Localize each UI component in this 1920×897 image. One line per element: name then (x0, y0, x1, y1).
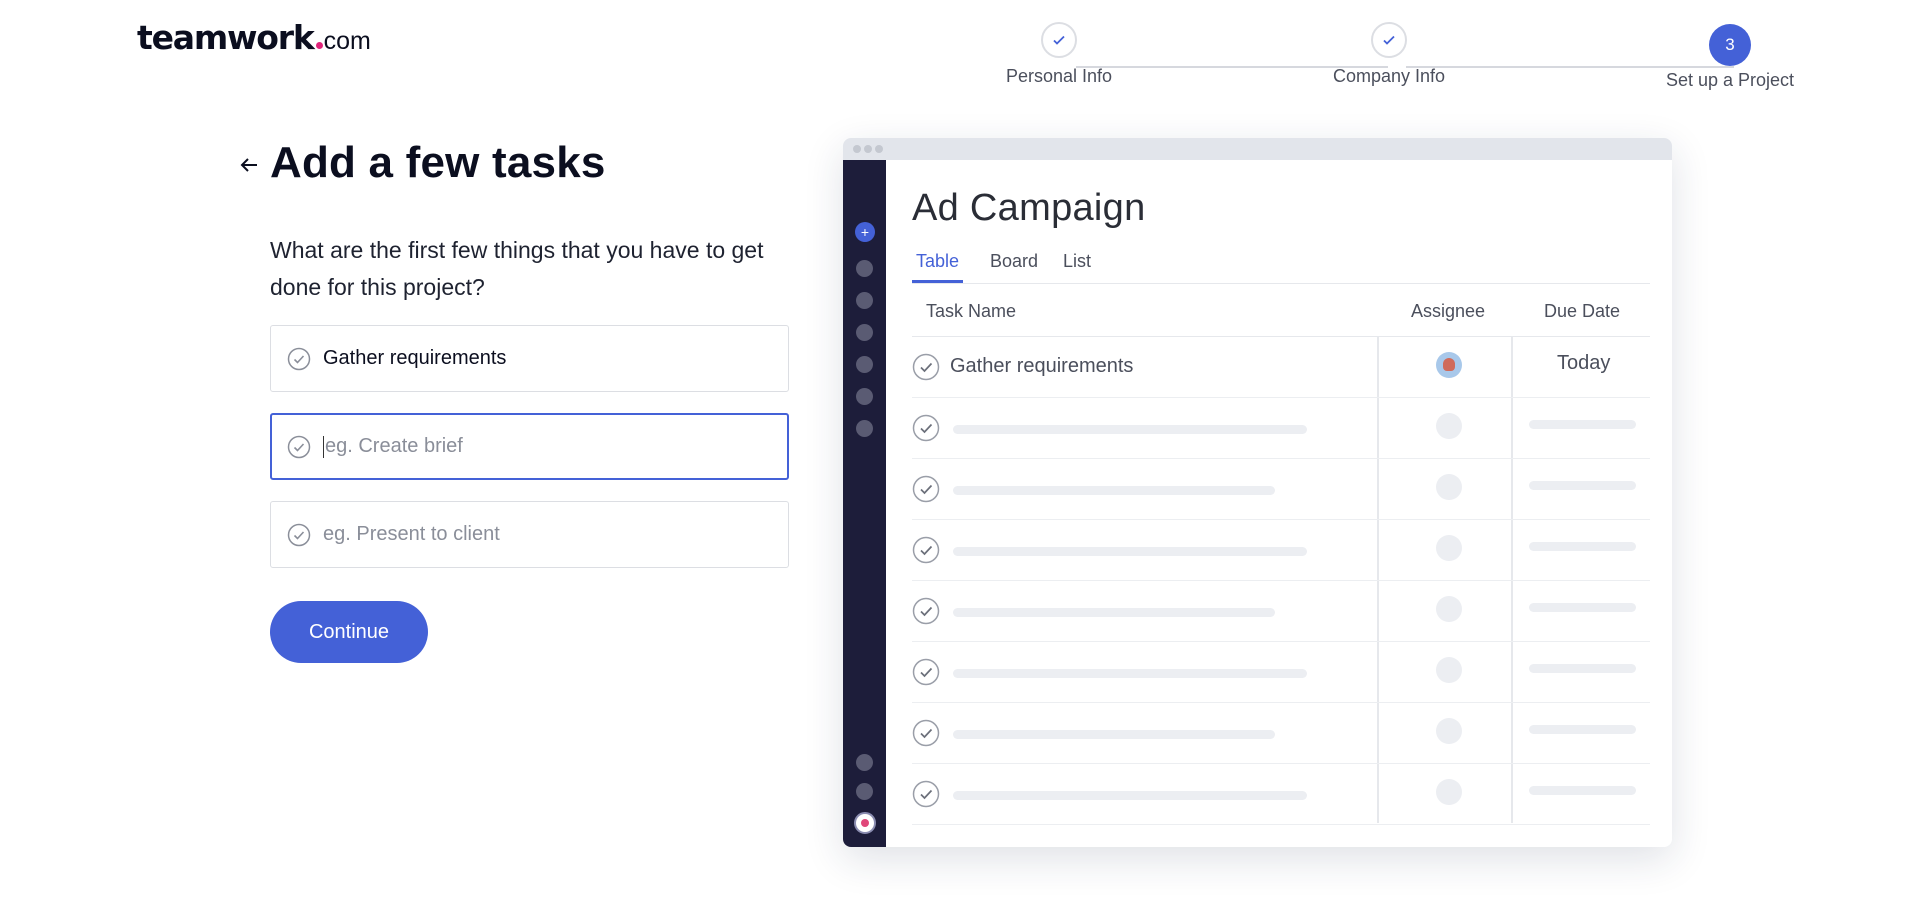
sidebar-dot (856, 388, 873, 405)
table-row (912, 398, 1650, 459)
sidebar-dot (856, 754, 873, 771)
table-row (912, 459, 1650, 520)
project-preview: + Ad Campaign Table Board List Task Name… (843, 138, 1672, 847)
sidebar-dot (856, 783, 873, 800)
add-icon: + (855, 222, 875, 242)
tab-table: Table (912, 250, 964, 283)
page-title: Add a few tasks (270, 138, 606, 187)
due-date-placeholder (1529, 725, 1636, 734)
sidebar-dot (856, 356, 873, 373)
row-check-icon (912, 658, 940, 686)
due-date-placeholder (1529, 603, 1636, 612)
task-input-2[interactable]: eg. Create brief (270, 413, 789, 480)
due-date-placeholder (1529, 786, 1636, 795)
task-check-icon (287, 523, 311, 546)
assignee-placeholder (1436, 474, 1462, 500)
assignee-placeholder (1436, 779, 1462, 805)
task-check-icon (287, 347, 311, 370)
task-name-placeholder (953, 486, 1275, 495)
stepper-line-2 (1406, 66, 1734, 68)
rocket-icon (854, 812, 876, 834)
task-name-placeholder (953, 547, 1307, 556)
table-row (912, 703, 1650, 764)
assignee-placeholder (1436, 718, 1462, 744)
tab-board: Board (990, 251, 1039, 271)
assignee-placeholder (1436, 535, 1462, 561)
assignee-placeholder (1436, 596, 1462, 622)
row-check-icon (912, 719, 940, 747)
assignee-placeholder (1436, 657, 1462, 683)
task-name-placeholder (953, 791, 1307, 800)
window-dot (864, 145, 872, 153)
sidebar-dot (856, 420, 873, 437)
step-3-number: 3 (1725, 35, 1735, 54)
step-2-check-icon (1371, 22, 1407, 58)
column-due-date: Due Date (1544, 301, 1621, 321)
task-check-icon (287, 435, 311, 458)
row-check-icon (912, 536, 940, 564)
due-date-placeholder (1529, 481, 1636, 490)
task-input-1-value: Gather requirements (323, 347, 507, 369)
step-1-check-icon (1041, 22, 1077, 58)
row-check-icon (912, 353, 940, 381)
due-date-placeholder (1529, 664, 1636, 673)
task-name-placeholder (953, 730, 1275, 739)
table-row (912, 764, 1650, 825)
task-input-3-placeholder: eg. Present to client (323, 523, 500, 545)
due-date-placeholder (1529, 542, 1636, 551)
window-dot (853, 145, 861, 153)
continue-button[interactable]: Continue (270, 601, 428, 663)
row-check-icon (912, 475, 940, 503)
step-3-indicator: 3 (1709, 24, 1751, 66)
step-1-label: Personal Info (1005, 66, 1113, 86)
table-row: Gather requirements Today (912, 337, 1650, 398)
window-dot (875, 145, 883, 153)
table-row (912, 581, 1650, 642)
task-name-placeholder (953, 425, 1307, 434)
task-name-placeholder (953, 669, 1307, 678)
preview-project-title: Ad Campaign (912, 187, 1146, 229)
sidebar-dot (856, 292, 873, 309)
text-caret (323, 435, 324, 458)
step-3-label: Set up a Project (1665, 70, 1795, 90)
preview-sidebar: + (843, 160, 886, 847)
preview-tabs: Table Board List (912, 250, 1650, 284)
table-row (912, 520, 1650, 581)
task-name-placeholder (953, 608, 1275, 617)
assignee-avatar (1436, 352, 1462, 378)
question-text: What are the first few things that you h… (270, 237, 764, 300)
task-input-2-placeholder: eg. Create brief (325, 435, 463, 457)
task-input-1[interactable]: Gather requirements (270, 325, 789, 392)
preview-table-header: Task Name Assignee Due Date (912, 284, 1650, 337)
tab-list: List (1063, 251, 1092, 271)
sidebar-dot (856, 324, 873, 341)
due-date-placeholder (1529, 420, 1636, 429)
assignee-placeholder (1436, 413, 1462, 439)
row-check-icon (912, 597, 940, 625)
sidebar-dot (856, 260, 873, 277)
back-arrow-icon[interactable] (238, 154, 260, 176)
row-check-icon (912, 780, 940, 808)
progress-stepper: 3 Personal Info Company Info Set up a Pr… (0, 22, 1920, 102)
step-2-label: Company Info (1332, 66, 1446, 86)
column-task-name: Task Name (926, 301, 1017, 321)
table-row (912, 642, 1650, 703)
row-task-name: Gather requirements (950, 355, 1134, 377)
row-check-icon (912, 414, 940, 442)
column-assignee: Assignee (1411, 301, 1486, 321)
task-input-3[interactable]: eg. Present to client (270, 501, 789, 568)
preview-window-bar (843, 138, 1672, 160)
row-due-date: Today (1557, 352, 1611, 374)
